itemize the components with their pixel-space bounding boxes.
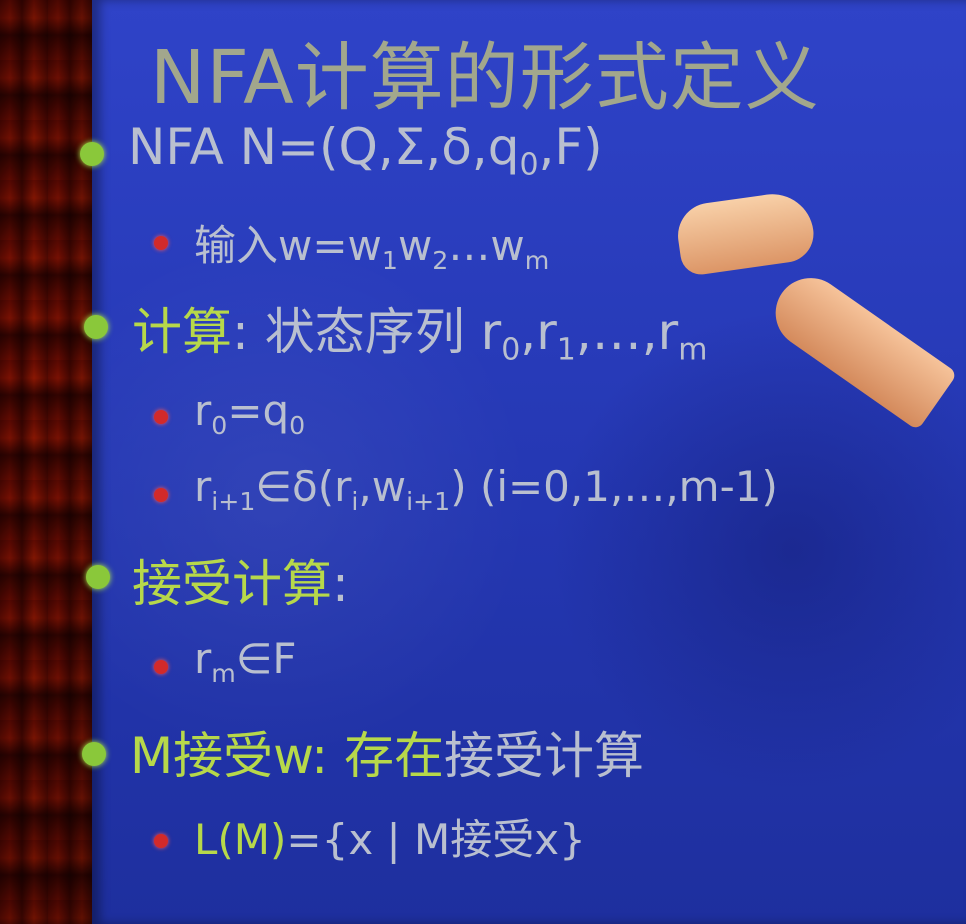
red-bullet-icon <box>154 410 168 424</box>
presenter-palm <box>673 188 818 278</box>
presenter-hand <box>670 188 966 470</box>
item-final-state: rm∈F <box>194 634 297 688</box>
red-bullet-icon <box>154 488 168 502</box>
item-nfa-tuple: NFA N=(Q,Σ,δ,q0,F) <box>128 118 603 183</box>
green-bullet-icon <box>82 742 106 766</box>
green-bullet-icon <box>80 142 104 166</box>
slide-title: NFA计算的形式定义 <box>150 35 820 121</box>
red-bullet-icon <box>154 834 168 848</box>
item-computation: 计算: 状态序列 r0,r1,…,rm <box>132 303 708 368</box>
item-accepting-computation: 接受计算: <box>132 555 349 613</box>
green-bullet-icon <box>84 315 108 339</box>
item-m-accepts-w: M接受w: 存在接受计算 <box>130 727 645 785</box>
item-input-word: 输入w=w1w2…wm <box>194 221 550 275</box>
item-language-definition: L(M)={x | M接受x} <box>194 815 586 864</box>
item-initial-state: r0=q0 <box>194 386 306 440</box>
left-background-strip <box>0 0 100 924</box>
presenter-arm <box>761 264 958 431</box>
red-bullet-icon <box>154 236 168 250</box>
green-bullet-icon <box>86 565 110 589</box>
red-bullet-icon <box>154 660 168 674</box>
item-transition: ri+1∈δ(ri,wi+1) (i=0,1,…,m-1) <box>194 462 778 516</box>
